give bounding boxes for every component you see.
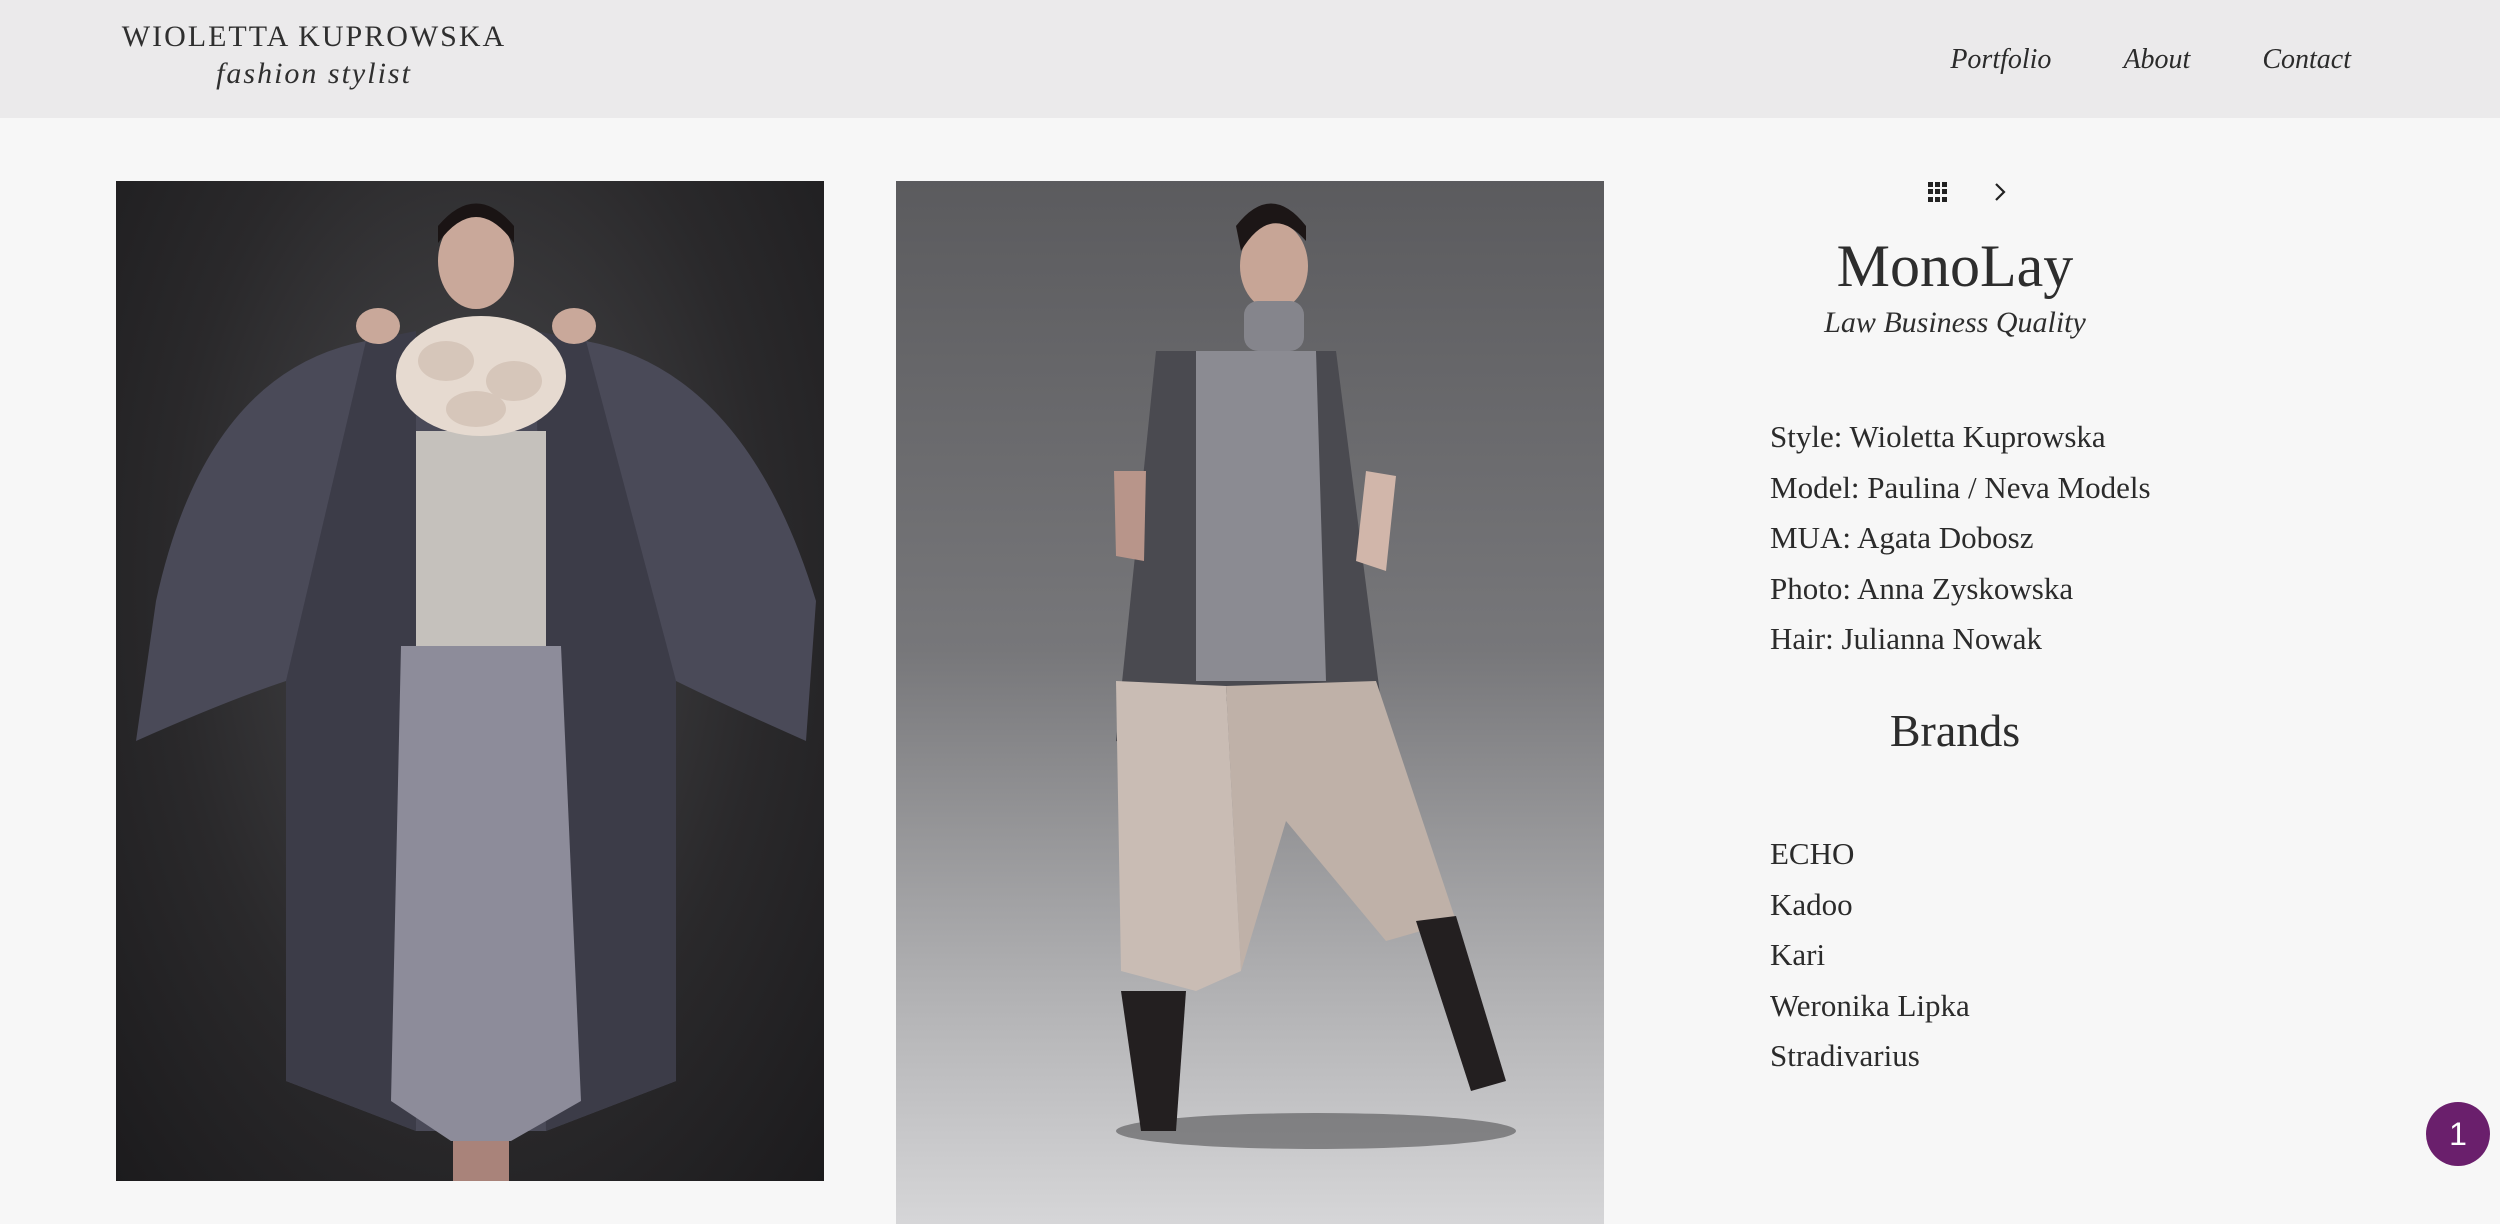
notification-badge[interactable]: 1 xyxy=(2426,1102,2490,1166)
brand-item: Kari xyxy=(1770,937,1826,972)
chevron-right-icon[interactable] xyxy=(1990,182,2010,202)
credits-list: Style: Wioletta Kuprowska Model: Paulina… xyxy=(1770,412,2151,665)
project-title: MonoLay xyxy=(1836,233,2074,299)
nav-contact[interactable]: Contact xyxy=(2262,40,2351,80)
brand-item: Stradivarius xyxy=(1770,1038,1920,1073)
credit-hair: Hair: Julianna Nowak xyxy=(1770,621,2043,656)
brands-list: ECHO Kadoo Kari Weronika Lipka Stradivar… xyxy=(1770,829,1970,1082)
credit-mua: MUA: Agata Dobosz xyxy=(1770,520,2034,555)
photo-2-illustration xyxy=(1114,203,1516,1149)
brand-item: Kadoo xyxy=(1770,886,1853,922)
brand-item: ECHO xyxy=(1770,836,1855,871)
logo-name: WIOLETTA KUPROWSKA xyxy=(121,20,507,53)
nav-portfolio[interactable]: Portfolio xyxy=(1950,40,2051,80)
site-header: WIOLETTA KUPROWSKA fashion stylist Portf… xyxy=(0,0,2500,118)
brand-item: Weronika Lipka xyxy=(1770,987,1970,1023)
brands-heading: Brands xyxy=(1889,705,2021,756)
main-nav: Portfolio About Contact xyxy=(1950,40,2351,80)
project-controls xyxy=(1928,182,2010,202)
portfolio-photo-1[interactable] xyxy=(116,181,824,1181)
photo-1-illustration xyxy=(136,203,816,1181)
credit-model: Model: Paulina / Neva Models xyxy=(1770,469,2151,505)
credit-style: Style: Wioletta Kuprowska xyxy=(1770,419,2106,454)
logo-tagline: fashion stylist xyxy=(216,57,412,90)
grid-icon[interactable] xyxy=(1928,182,1948,202)
portfolio-photo-2[interactable] xyxy=(896,181,1604,1224)
project-subtitle: Law Business Quality xyxy=(1824,306,2086,339)
site-logo[interactable]: WIOLETTA KUPROWSKA fashion stylist xyxy=(114,18,514,92)
credit-photo: Photo: Anna Zyskowska xyxy=(1770,570,2074,606)
nav-about[interactable]: About xyxy=(2123,40,2190,80)
